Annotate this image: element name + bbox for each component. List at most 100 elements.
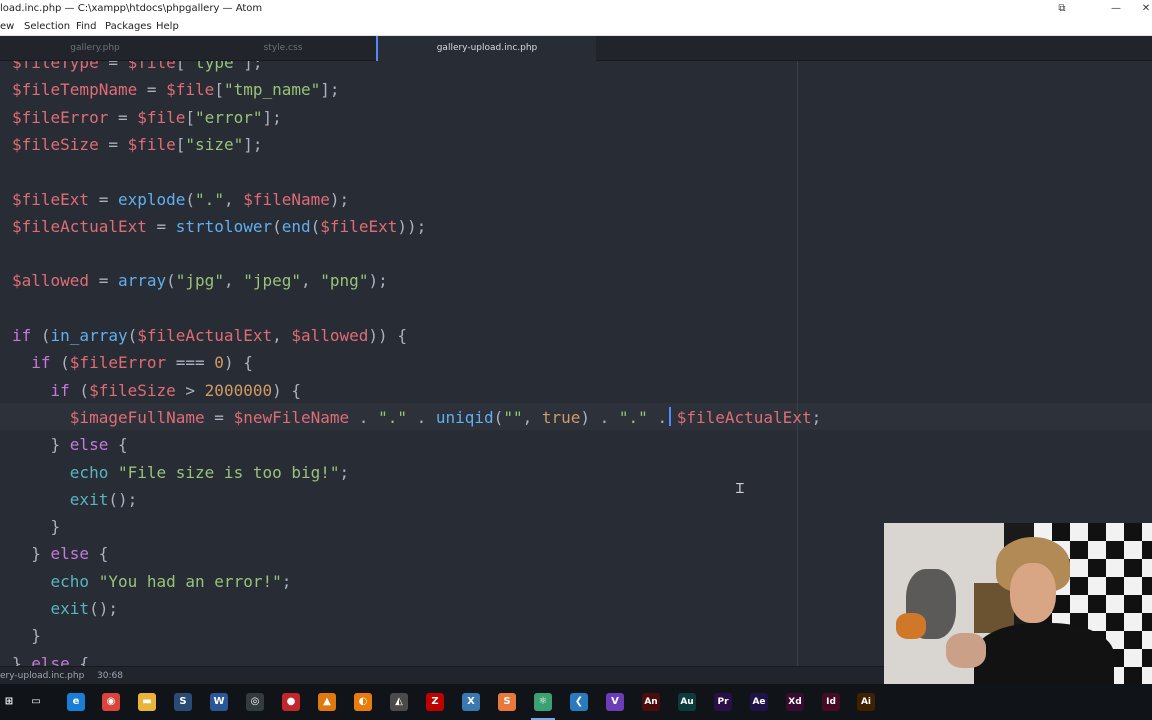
tab-style-css[interactable]: style.css <box>190 36 376 61</box>
code-token: , <box>223 271 244 291</box>
status-file-path[interactable]: ery-upload.inc.php <box>0 667 84 685</box>
code-token: = <box>89 189 118 209</box>
tab-bar: gallery.php style.css gallery-upload.inc… <box>0 36 1152 61</box>
edge-icon[interactable]: e <box>67 693 85 711</box>
code-line: } else { <box>12 650 89 666</box>
code-token: $fileName <box>243 189 330 209</box>
audition-icon[interactable]: Au <box>678 693 696 711</box>
code-token: === <box>166 353 215 373</box>
animate-icon[interactable]: An <box>642 693 660 711</box>
atom-icon[interactable]: ⚛ <box>534 693 552 711</box>
code-line: echo "You had an error!"; <box>12 568 292 595</box>
code-token: , <box>272 326 292 345</box>
code-token: , <box>522 407 542 427</box>
menu-selection[interactable]: Selection <box>24 18 70 36</box>
code-token: $file <box>137 107 186 127</box>
wrap-guide <box>797 61 798 666</box>
code-line: } <box>12 622 41 649</box>
status-cursor-position[interactable]: 30:68 <box>97 667 123 685</box>
code-token: "." <box>378 407 407 427</box>
illustrator-icon[interactable]: Ai <box>857 693 875 711</box>
code-token: = <box>108 107 138 127</box>
file-explorer-icon[interactable]: ▬ <box>138 693 156 711</box>
github-icon[interactable]: ◎ <box>246 693 264 711</box>
code-token: echo <box>50 571 90 591</box>
code-token: $fileExt <box>12 189 90 209</box>
close-button[interactable]: ✕ <box>1131 0 1152 18</box>
code-token: "." <box>618 407 648 427</box>
code-token: $fileActualExt <box>12 216 147 236</box>
webcam-presenter-hand <box>946 633 986 668</box>
code-token: $fileSize <box>12 134 99 154</box>
windows-start-icon[interactable]: ⊞ <box>0 693 18 711</box>
code-token: ) { <box>272 380 302 400</box>
code-token: $fileActualExt <box>676 407 812 427</box>
menu-bar: ew Selection Find Packages Help <box>0 18 1152 36</box>
code-line: } <box>12 513 61 540</box>
code-token: [ <box>185 107 196 127</box>
code-token: ( <box>127 326 138 345</box>
menu-view[interactable]: ew <box>0 18 14 36</box>
restore-icon[interactable]: ⧉ <box>1047 0 1077 18</box>
code-token: ( <box>493 407 504 427</box>
word-icon[interactable]: W <box>210 693 228 711</box>
code-line: $allowed = array("jpg", "jpeg", "png"); <box>12 267 388 294</box>
code-token: echo <box>69 462 109 482</box>
minimize-button[interactable]: — <box>1101 0 1131 18</box>
menu-find[interactable]: Find <box>76 18 97 36</box>
vlc-icon[interactable]: ▲ <box>318 693 336 711</box>
obs-icon[interactable]: ● <box>282 693 300 711</box>
code-token: = <box>89 271 118 291</box>
code-token: "jpeg" <box>243 271 302 291</box>
code-token: $fileActualExt <box>137 326 273 345</box>
visual-studio-icon[interactable]: V <box>606 693 624 711</box>
code-token: array <box>117 271 167 291</box>
code-token: exit <box>50 599 90 618</box>
code-line: $fileExt = explode(".", $fileName); <box>12 186 349 213</box>
menu-packages[interactable]: Packages <box>105 18 152 36</box>
code-token: ( <box>50 353 70 373</box>
sublime-icon[interactable]: S <box>498 693 516 711</box>
filezilla-icon[interactable]: Z <box>426 693 444 711</box>
premiere-icon[interactable]: Pr <box>714 693 732 711</box>
tab-gallery-upload-inc-php[interactable]: gallery-upload.inc.php <box>376 36 596 61</box>
after-effects-icon[interactable]: Ae <box>750 693 768 711</box>
tab-gallery-php[interactable]: gallery.php <box>0 36 190 61</box>
code-token: uniqid <box>435 407 494 427</box>
code-token: ]; <box>320 80 340 100</box>
code-token: $allowed <box>12 271 90 291</box>
menu-help[interactable]: Help <box>156 18 179 36</box>
xd-icon[interactable]: Xd <box>786 693 804 711</box>
steam-icon[interactable]: S <box>174 693 192 711</box>
code-token: "error" <box>195 107 263 127</box>
code-token: $fileTempName <box>12 80 138 100</box>
code-line: exit(); <box>12 595 118 622</box>
code-token: { <box>108 435 128 455</box>
xampp-icon[interactable]: X <box>462 693 480 711</box>
code-token: . <box>647 407 677 427</box>
inkscape-icon[interactable]: ◭ <box>390 693 408 711</box>
webcam-plant <box>896 613 926 639</box>
windows-taskbar: ⊞ ▭ e ◉ ▬ S W ◎ ● ▲ ◐ ◭ Z X S ⚛ ❮ V An Au Pr Ae Xd Id Ai <box>0 684 1152 720</box>
code-token: if <box>31 353 51 373</box>
code-token: ( <box>185 189 196 209</box>
task-view-icon[interactable]: ▭ <box>27 693 45 711</box>
vscode-icon[interactable]: ❮ <box>570 693 588 711</box>
indesign-icon[interactable]: Id <box>822 693 840 711</box>
code-token: ) { <box>223 353 253 373</box>
code-token: = <box>137 80 167 100</box>
chrome-icon[interactable]: ◉ <box>102 693 120 711</box>
code-token: "type" <box>185 61 244 72</box>
code-line: $fileSize = $file["size"]; <box>12 131 262 158</box>
code-line: if (in_array($fileActualExt, $allowed)) … <box>12 322 407 349</box>
code-token: (); <box>89 599 118 618</box>
blender-icon[interactable]: ◐ <box>354 693 372 711</box>
code-token: $allowed <box>291 326 369 345</box>
code-token: "You had an error!" <box>98 571 282 591</box>
code-token: ]; <box>243 61 263 72</box>
code-token: explode <box>117 189 186 209</box>
